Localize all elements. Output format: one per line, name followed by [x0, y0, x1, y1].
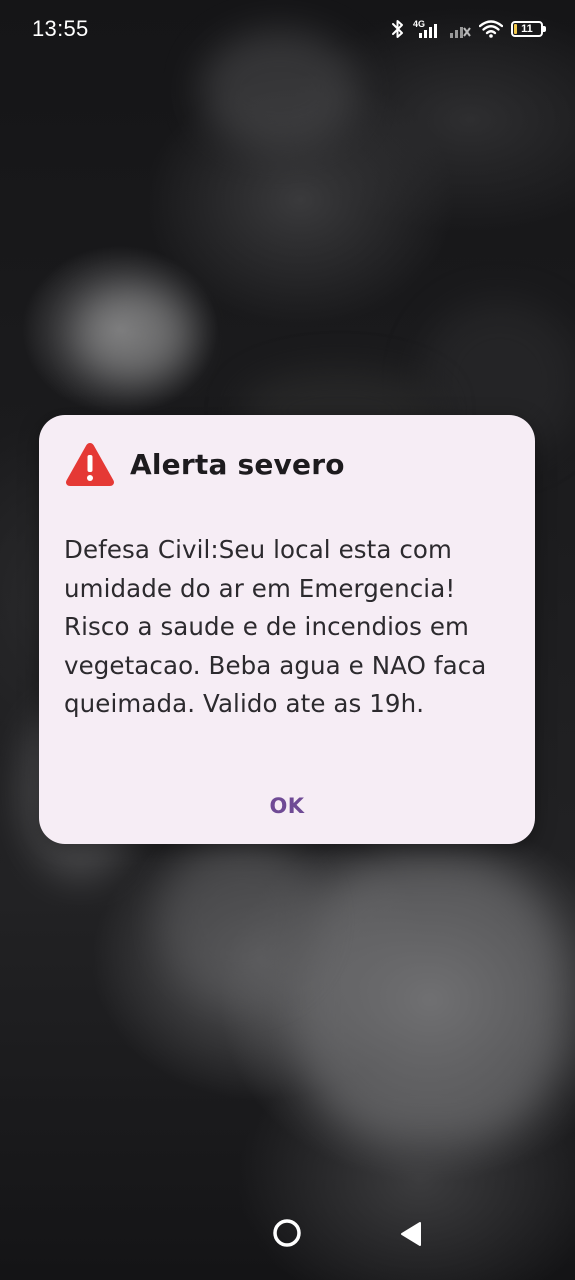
back-triangle-icon[interactable]	[398, 1220, 424, 1248]
ok-button[interactable]: OK	[251, 786, 322, 826]
status-time: 13:55	[32, 16, 89, 41]
home-circle-icon[interactable]	[272, 1218, 302, 1248]
battery-level: 11	[521, 22, 533, 35]
dialog-title: Alerta severo	[130, 447, 345, 481]
emergency-alert-dialog: Alerta severo Defesa Civil:Seu local est…	[39, 415, 535, 844]
alert-message: Defesa Civil:Seu local esta com umidade …	[64, 535, 487, 718]
status-icons: 4G 11	[391, 19, 546, 39]
battery-fill	[514, 24, 517, 34]
navigation-bar	[0, 1198, 575, 1280]
dialog-actions: OK	[39, 786, 535, 826]
bluetooth-icon	[391, 19, 405, 39]
battery-icon: 11	[511, 21, 546, 37]
signal-no-service-icon	[449, 19, 471, 39]
warning-triangle-icon	[64, 440, 116, 488]
signal-4g-icon: 4G	[413, 19, 441, 39]
wifi-icon	[479, 19, 503, 39]
network-label: 4G	[413, 19, 425, 29]
dialog-header: Alerta severo	[64, 439, 509, 489]
status-bar: 13:55 4G 11	[0, 0, 575, 58]
